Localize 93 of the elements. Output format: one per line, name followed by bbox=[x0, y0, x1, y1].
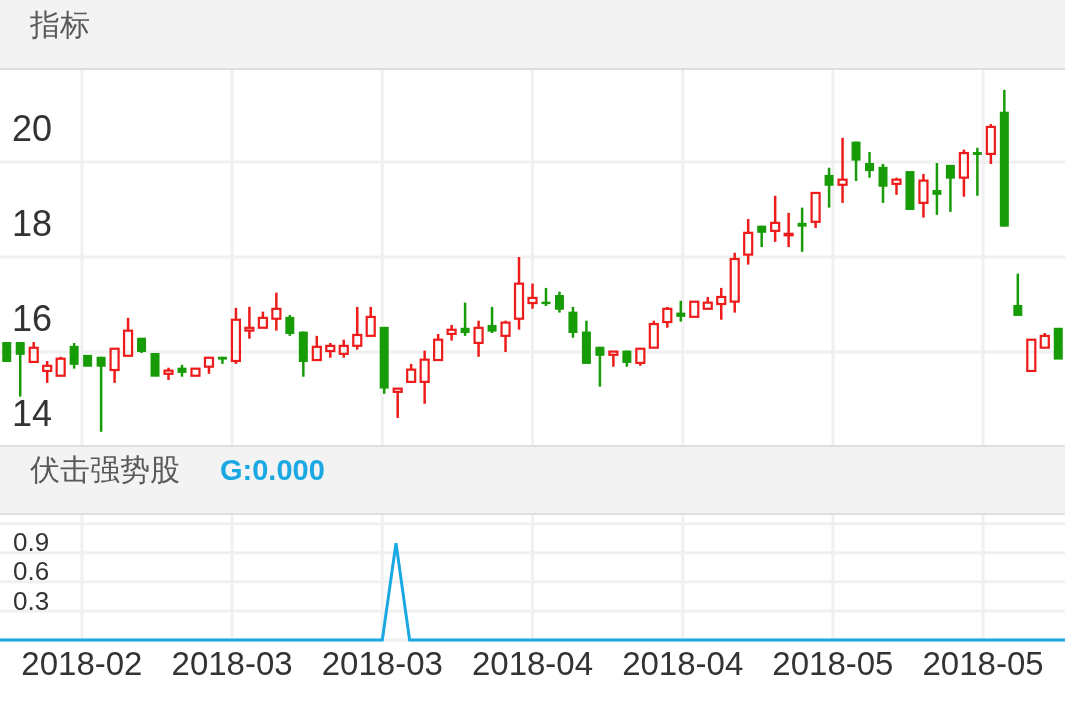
candle bbox=[419, 350, 430, 404]
candle bbox=[635, 347, 646, 366]
candle bbox=[527, 283, 538, 309]
candle bbox=[608, 350, 619, 367]
candle bbox=[230, 307, 241, 364]
candle bbox=[122, 317, 134, 357]
candle bbox=[244, 306, 255, 339]
candle bbox=[878, 163, 888, 203]
candle bbox=[446, 324, 457, 341]
y-axis-label: 20 bbox=[12, 108, 53, 150]
candle bbox=[137, 337, 147, 353]
candle bbox=[2, 342, 12, 362]
candle bbox=[676, 300, 686, 322]
candle bbox=[554, 291, 564, 313]
candle bbox=[285, 314, 295, 336]
candle bbox=[460, 302, 470, 336]
candle bbox=[851, 141, 861, 182]
candle bbox=[1013, 273, 1023, 316]
candle bbox=[810, 191, 821, 229]
candle bbox=[473, 320, 484, 357]
candle bbox=[729, 252, 740, 313]
candle bbox=[837, 137, 848, 203]
candle bbox=[622, 350, 632, 367]
candle bbox=[83, 354, 93, 367]
candle bbox=[1039, 333, 1050, 349]
candle bbox=[1053, 327, 1063, 360]
candle bbox=[163, 367, 174, 381]
x-axis-label: 2018-05 bbox=[922, 645, 1044, 682]
candle bbox=[865, 152, 875, 178]
y-axis-label: 0.6 bbox=[13, 556, 50, 587]
candle bbox=[365, 306, 376, 337]
candle bbox=[581, 320, 591, 364]
candle bbox=[891, 177, 902, 195]
x-axis-label: 2018-03 bbox=[171, 645, 293, 682]
candle bbox=[487, 306, 497, 333]
candle bbox=[945, 164, 955, 212]
candle bbox=[28, 342, 39, 364]
indicator-name: 伏击强势股 bbox=[30, 452, 180, 488]
candle bbox=[568, 306, 578, 338]
x-axis-label: 2018-04 bbox=[471, 645, 594, 682]
y-axis-label: 16 bbox=[12, 298, 53, 339]
candle bbox=[311, 335, 322, 362]
candle bbox=[716, 287, 727, 320]
candle bbox=[177, 364, 187, 377]
candle bbox=[190, 367, 201, 377]
x-axis-label: 2018-05 bbox=[772, 645, 894, 682]
candle bbox=[150, 352, 160, 377]
candle bbox=[595, 346, 605, 387]
candle bbox=[689, 300, 700, 318]
candle bbox=[325, 343, 336, 358]
candle bbox=[702, 296, 713, 310]
candle bbox=[406, 363, 417, 383]
candle bbox=[905, 171, 915, 210]
candle bbox=[541, 287, 551, 306]
candle bbox=[298, 331, 308, 377]
candle bbox=[352, 306, 363, 350]
y-axis-label: 0.9 bbox=[13, 527, 50, 558]
candle bbox=[203, 356, 215, 374]
candle bbox=[932, 163, 942, 215]
x-axis-label: 2018-04 bbox=[622, 645, 744, 682]
candle bbox=[15, 342, 25, 397]
y-axis-label: 14 bbox=[12, 393, 53, 434]
candle bbox=[757, 225, 767, 248]
candle bbox=[392, 387, 403, 419]
candle bbox=[958, 149, 969, 197]
candle bbox=[1026, 338, 1037, 373]
candle bbox=[500, 320, 511, 352]
candle bbox=[648, 320, 659, 349]
x-axis-label: 2018-03 bbox=[321, 645, 443, 682]
candle bbox=[824, 167, 834, 208]
candle bbox=[743, 219, 754, 265]
candle bbox=[257, 311, 268, 329]
candle bbox=[985, 124, 996, 164]
candle bbox=[433, 333, 444, 362]
candle bbox=[770, 195, 781, 242]
candle bbox=[783, 212, 794, 248]
candle bbox=[217, 356, 227, 364]
candle bbox=[55, 356, 66, 377]
candle bbox=[42, 361, 53, 383]
candle bbox=[69, 343, 79, 369]
candle bbox=[797, 207, 807, 252]
candle bbox=[379, 326, 389, 394]
candle bbox=[662, 306, 673, 328]
indicator-reading: G:0.000 bbox=[220, 453, 325, 488]
candle bbox=[918, 173, 929, 218]
candle bbox=[338, 339, 349, 358]
y-axis-label: 0.3 bbox=[13, 585, 50, 616]
candle bbox=[271, 292, 282, 331]
candle bbox=[972, 147, 982, 196]
y-axis-label: 18 bbox=[12, 203, 53, 245]
candle bbox=[109, 347, 120, 383]
x-axis-label: 2018-02 bbox=[21, 645, 143, 682]
section-title: 指标 bbox=[30, 7, 90, 43]
